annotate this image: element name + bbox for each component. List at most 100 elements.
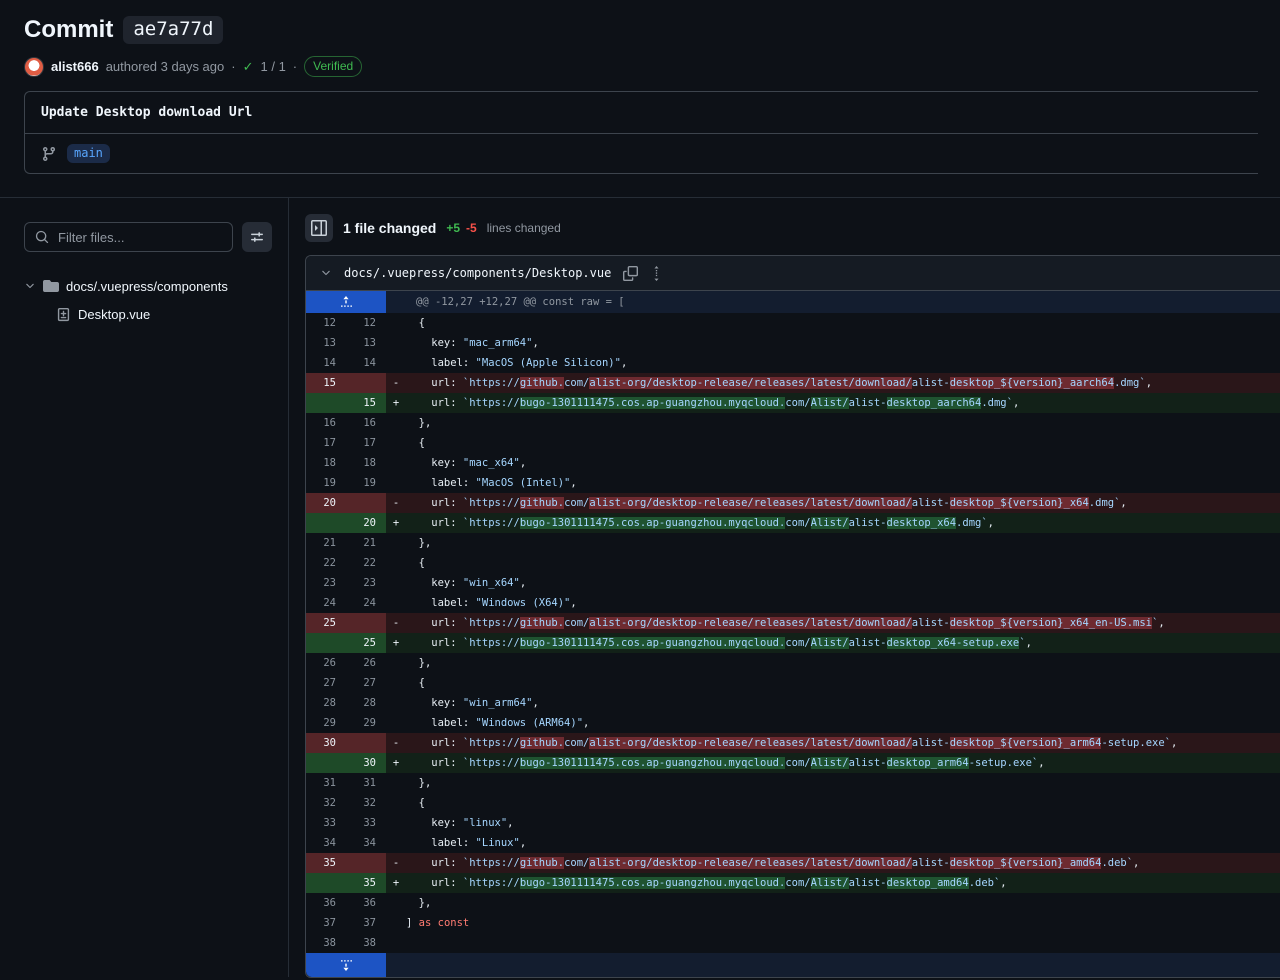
new-line-number[interactable]: 14 [346,353,386,373]
new-line-number[interactable]: 38 [346,933,386,953]
old-line-number[interactable]: 26 [306,653,346,673]
code-line: { [406,793,425,813]
tree-file-row[interactable]: Desktop.vue [24,300,272,328]
new-line-number[interactable]: 19 [346,473,386,493]
filter-options-button[interactable] [242,222,272,252]
files-changed-label: 1 file changed [343,220,436,236]
old-line-number[interactable]: 20 [306,493,346,513]
new-line-number[interactable]: 23 [346,573,386,593]
diff-marker [386,333,406,353]
old-line-number[interactable]: 29 [306,713,346,733]
old-line-number[interactable] [306,513,346,533]
diff-row-context: 3333 key: "linux", [306,813,1280,833]
new-line-number[interactable]: 35 [346,873,386,893]
drag-handle-icon[interactable] [650,266,663,281]
old-line-number[interactable]: 27 [306,673,346,693]
old-line-number[interactable]: 23 [306,573,346,593]
new-line-number[interactable]: 22 [346,553,386,573]
diff-row-context: 2323 key: "win_x64", [306,573,1280,593]
old-line-number[interactable]: 28 [306,693,346,713]
new-line-number[interactable]: 26 [346,653,386,673]
tree-folder-row[interactable]: docs/.vuepress/components [24,272,272,300]
tree-file-label: Desktop.vue [78,307,150,322]
new-line-number[interactable]: 30 [346,753,386,773]
diff-marker [386,933,406,953]
verified-badge[interactable]: Verified [304,56,362,77]
old-line-number[interactable]: 16 [306,413,346,433]
new-line-number[interactable]: 28 [346,693,386,713]
new-line-number[interactable]: 27 [346,673,386,693]
old-line-number[interactable]: 36 [306,893,346,913]
avatar[interactable] [24,57,44,77]
old-line-number[interactable]: 37 [306,913,346,933]
old-line-number[interactable]: 15 [306,373,346,393]
new-line-number[interactable]: 34 [346,833,386,853]
expand-down-button[interactable] [306,953,386,977]
collapse-file-tree-button[interactable] [305,214,333,242]
old-line-number[interactable] [306,873,346,893]
old-line-number[interactable]: 13 [306,333,346,353]
old-line-number[interactable]: 33 [306,813,346,833]
new-line-number[interactable]: 31 [346,773,386,793]
new-line-number[interactable]: 36 [346,893,386,913]
old-line-number[interactable]: 14 [306,353,346,373]
checks-count[interactable]: 1 / 1 [261,59,286,74]
old-line-number[interactable]: 30 [306,733,346,753]
new-line-number[interactable]: 17 [346,433,386,453]
old-line-number[interactable]: 18 [306,453,346,473]
expand-up-button[interactable] [306,291,386,313]
chevron-down-icon[interactable] [320,267,332,279]
new-line-number[interactable]: 33 [346,813,386,833]
old-line-number[interactable]: 32 [306,793,346,813]
lines-changed-label: lines changed [487,221,561,235]
new-line-number[interactable] [346,853,386,873]
author-name[interactable]: alist666 [51,59,99,74]
new-line-number[interactable]: 37 [346,913,386,933]
old-line-number[interactable] [306,633,346,653]
code-line: { [406,433,425,453]
new-line-number[interactable] [346,373,386,393]
copy-path-icon[interactable] [623,266,638,281]
diff-row-context: 3636 }, [306,893,1280,913]
old-line-number[interactable]: 24 [306,593,346,613]
old-line-number[interactable]: 12 [306,313,346,333]
new-line-number[interactable]: 25 [346,633,386,653]
old-line-number[interactable]: 34 [306,833,346,853]
new-line-number[interactable]: 20 [346,513,386,533]
diff-file-path[interactable]: docs/.vuepress/components/Desktop.vue [344,266,611,280]
old-line-number[interactable]: 38 [306,933,346,953]
old-line-number[interactable]: 31 [306,773,346,793]
old-line-number[interactable]: 22 [306,553,346,573]
new-line-number[interactable]: 21 [346,533,386,553]
old-line-number[interactable]: 19 [306,473,346,493]
diff-row-added: 25+ url: `https://bugo-1301111475.cos.ap… [306,633,1280,653]
old-line-number[interactable]: 17 [306,433,346,453]
commit-message-box: Update Desktop download Url main [24,91,1258,174]
old-line-number[interactable]: 35 [306,853,346,873]
filter-files-input[interactable] [56,229,222,246]
new-line-number[interactable]: 32 [346,793,386,813]
code-line: ] as const [406,913,469,933]
new-line-number[interactable]: 18 [346,453,386,473]
diff-marker [386,313,406,333]
diff-row-context: 1818 key: "mac_x64", [306,453,1280,473]
new-line-number[interactable]: 13 [346,333,386,353]
new-line-number[interactable]: 15 [346,393,386,413]
new-line-number[interactable] [346,733,386,753]
new-line-number[interactable]: 12 [346,313,386,333]
new-line-number[interactable]: 29 [346,713,386,733]
old-line-number[interactable]: 21 [306,533,346,553]
old-line-number[interactable]: 25 [306,613,346,633]
new-line-number[interactable]: 16 [346,413,386,433]
search-icon [35,230,49,244]
new-line-number[interactable] [346,493,386,513]
diff-marker [386,893,406,913]
new-line-number[interactable] [346,613,386,633]
diff-marker: - [386,853,406,873]
diff-row-deleted: 30- url: `https://github.com/alist-org/d… [306,733,1280,753]
old-line-number[interactable] [306,393,346,413]
old-line-number[interactable] [306,753,346,773]
chevron-down-icon [24,280,36,292]
branch-label[interactable]: main [67,144,110,163]
new-line-number[interactable]: 24 [346,593,386,613]
